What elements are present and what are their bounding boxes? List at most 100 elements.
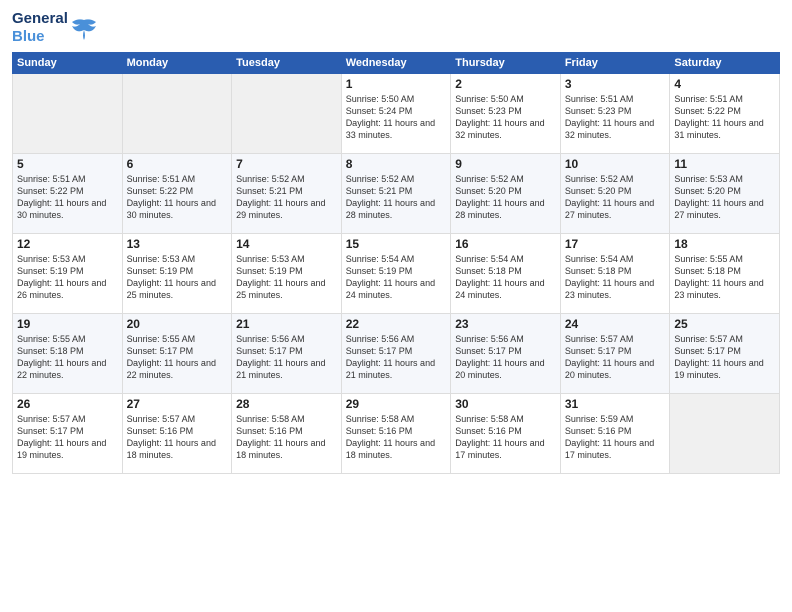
calendar-cell: 4 Sunrise: 5:51 AMSunset: 5:22 PMDaylight…: [670, 74, 780, 154]
day-number: 11: [674, 157, 775, 171]
day-number: 17: [565, 237, 666, 251]
day-info: Sunrise: 5:52 AMSunset: 5:20 PMDaylight:…: [565, 173, 666, 222]
weekday-header: Wednesday: [341, 53, 451, 74]
day-number: 9: [455, 157, 556, 171]
day-info: Sunrise: 5:57 AMSunset: 5:17 PMDaylight:…: [17, 413, 118, 462]
calendar-cell: 7Sunrise: 5:52 AMSunset: 5:21 PMDaylight…: [232, 154, 342, 234]
calendar-cell: 10Sunrise: 5:52 AMSunset: 5:20 PMDayligh…: [560, 154, 670, 234]
calendar-cell: [13, 74, 123, 154]
calendar-cell: 12 Sunrise: 5:53 AMSunset: 5:19 PMDayligh…: [13, 234, 123, 314]
calendar-cell: 27 Sunrise: 5:57 AMSunset: 5:16 PMDayligh…: [122, 394, 232, 474]
day-info: Sunrise: 5:51 AMSunset: 5:22 PMDaylight:…: [17, 173, 118, 222]
calendar-cell: 16 Sunrise: 5:54 AMSunset: 5:18 PMDayligh…: [451, 234, 561, 314]
day-number: 19: [17, 317, 118, 331]
day-number: 13: [127, 237, 228, 251]
day-info: Sunrise: 5:53 AMSunset: 5:19 PMDaylight:…: [236, 253, 337, 302]
calendar-cell: 29 Sunrise: 5:58 AMSunset: 5:16 PMDayligh…: [341, 394, 451, 474]
day-number: 29: [346, 397, 447, 411]
day-number: 12: [17, 237, 118, 251]
calendar-cell: 11 Sunrise: 5:53 AMSunset: 5:20 PMDayligh…: [670, 154, 780, 234]
day-info: Sunrise: 5:57 AMSunset: 5:17 PMDaylight:…: [674, 333, 775, 382]
day-number: 23: [455, 317, 556, 331]
calendar-cell: 13 Sunrise: 5:53 AMSunset: 5:19 PMDayligh…: [122, 234, 232, 314]
day-info: Sunrise: 5:58 AMSunset: 5:16 PMDaylight:…: [236, 413, 337, 462]
calendar-cell: 9 Sunrise: 5:52 AMSunset: 5:20 PMDaylight…: [451, 154, 561, 234]
calendar-week-row: 19 Sunrise: 5:55 AMSunset: 5:18 PMDayligh…: [13, 314, 780, 394]
day-number: 28: [236, 397, 337, 411]
calendar-cell: 21 Sunrise: 5:56 AMSunset: 5:17 PMDayligh…: [232, 314, 342, 394]
day-number: 1: [346, 77, 447, 91]
day-info: Sunrise: 5:52 AMSunset: 5:20 PMDaylight:…: [455, 173, 556, 222]
calendar-cell: 8 Sunrise: 5:52 AMSunset: 5:21 PMDaylight…: [341, 154, 451, 234]
day-number: 18: [674, 237, 775, 251]
logo-blue: Blue: [12, 28, 45, 45]
day-number: 3: [565, 77, 666, 91]
day-info: Sunrise: 5:55 AMSunset: 5:17 PMDaylight:…: [127, 333, 228, 382]
day-info: Sunrise: 5:56 AMSunset: 5:17 PMDaylight:…: [455, 333, 556, 382]
day-info: Sunrise: 5:53 AMSunset: 5:19 PMDaylight:…: [17, 253, 118, 302]
day-number: 8: [346, 157, 447, 171]
calendar-cell: 30Sunrise: 5:58 AMSunset: 5:16 PMDayligh…: [451, 394, 561, 474]
day-info: Sunrise: 5:51 AMSunset: 5:22 PMDaylight:…: [674, 93, 775, 142]
calendar-week-row: 12 Sunrise: 5:53 AMSunset: 5:19 PMDayligh…: [13, 234, 780, 314]
day-number: 25: [674, 317, 775, 331]
day-info: Sunrise: 5:50 AMSunset: 5:24 PMDaylight:…: [346, 93, 447, 142]
calendar-week-row: 26 Sunrise: 5:57 AMSunset: 5:17 PMDayligh…: [13, 394, 780, 474]
day-info: Sunrise: 5:50 AMSunset: 5:23 PMDaylight:…: [455, 93, 556, 142]
day-number: 15: [346, 237, 447, 251]
calendar-cell: 14 Sunrise: 5:53 AMSunset: 5:19 PMDayligh…: [232, 234, 342, 314]
day-info: Sunrise: 5:53 AMSunset: 5:19 PMDaylight:…: [127, 253, 228, 302]
day-info: Sunrise: 5:51 AMSunset: 5:22 PMDaylight:…: [127, 173, 228, 222]
calendar-cell: 6 Sunrise: 5:51 AMSunset: 5:22 PMDaylight…: [122, 154, 232, 234]
day-number: 4: [674, 77, 775, 91]
day-info: Sunrise: 5:57 AMSunset: 5:16 PMDaylight:…: [127, 413, 228, 462]
page-header: General Blue: [12, 10, 780, 46]
day-number: 27: [127, 397, 228, 411]
day-info: Sunrise: 5:51 AMSunset: 5:23 PMDaylight:…: [565, 93, 666, 142]
calendar-cell: 19 Sunrise: 5:55 AMSunset: 5:18 PMDayligh…: [13, 314, 123, 394]
weekday-header: Saturday: [670, 53, 780, 74]
page-container: General Blue SundayMondayTuesdayWednesda…: [0, 0, 792, 482]
day-number: 21: [236, 317, 337, 331]
day-info: Sunrise: 5:54 AMSunset: 5:19 PMDaylight:…: [346, 253, 447, 302]
day-number: 5: [17, 157, 118, 171]
day-number: 6: [127, 157, 228, 171]
logo: General Blue: [12, 10, 98, 46]
day-info: Sunrise: 5:57 AMSunset: 5:17 PMDaylight:…: [565, 333, 666, 382]
calendar-cell: [122, 74, 232, 154]
day-info: Sunrise: 5:54 AMSunset: 5:18 PMDaylight:…: [455, 253, 556, 302]
day-number: 14: [236, 237, 337, 251]
day-info: Sunrise: 5:52 AMSunset: 5:21 PMDaylight:…: [346, 173, 447, 222]
day-number: 16: [455, 237, 556, 251]
day-info: Sunrise: 5:55 AMSunset: 5:18 PMDaylight:…: [674, 253, 775, 302]
day-number: 20: [127, 317, 228, 331]
day-number: 7: [236, 157, 337, 171]
day-number: 24: [565, 317, 666, 331]
calendar-cell: 20 Sunrise: 5:55 AMSunset: 5:17 PMDayligh…: [122, 314, 232, 394]
day-info: Sunrise: 5:56 AMSunset: 5:17 PMDaylight:…: [346, 333, 447, 382]
calendar-cell: 2Sunrise: 5:50 AMSunset: 5:23 PMDaylight…: [451, 74, 561, 154]
day-info: Sunrise: 5:58 AMSunset: 5:16 PMDaylight:…: [346, 413, 447, 462]
calendar-cell: 26 Sunrise: 5:57 AMSunset: 5:17 PMDayligh…: [13, 394, 123, 474]
day-info: Sunrise: 5:53 AMSunset: 5:20 PMDaylight:…: [674, 173, 775, 222]
day-number: 31: [565, 397, 666, 411]
day-info: Sunrise: 5:58 AMSunset: 5:16 PMDaylight:…: [455, 413, 556, 462]
calendar-cell: 28 Sunrise: 5:58 AMSunset: 5:16 PMDayligh…: [232, 394, 342, 474]
calendar-table: SundayMondayTuesdayWednesdayThursdayFrid…: [12, 52, 780, 474]
weekday-header: Tuesday: [232, 53, 342, 74]
day-number: 26: [17, 397, 118, 411]
weekday-header: Monday: [122, 53, 232, 74]
calendar-cell: 18 Sunrise: 5:55 AMSunset: 5:18 PMDayligh…: [670, 234, 780, 314]
day-info: Sunrise: 5:56 AMSunset: 5:17 PMDaylight:…: [236, 333, 337, 382]
calendar-cell: 22Sunrise: 5:56 AMSunset: 5:17 PMDayligh…: [341, 314, 451, 394]
calendar-cell: 5 Sunrise: 5:51 AMSunset: 5:22 PMDaylight…: [13, 154, 123, 234]
calendar-cell: 15 Sunrise: 5:54 AMSunset: 5:19 PMDayligh…: [341, 234, 451, 314]
calendar-cell: 17Sunrise: 5:54 AMSunset: 5:18 PMDayligh…: [560, 234, 670, 314]
calendar-cell: 3 Sunrise: 5:51 AMSunset: 5:23 PMDaylight…: [560, 74, 670, 154]
calendar-header-row: SundayMondayTuesdayWednesdayThursdayFrid…: [13, 53, 780, 74]
logo-bird-icon: [70, 16, 98, 44]
weekday-header: Friday: [560, 53, 670, 74]
calendar-week-row: 5 Sunrise: 5:51 AMSunset: 5:22 PMDaylight…: [13, 154, 780, 234]
calendar-cell: 24 Sunrise: 5:57 AMSunset: 5:17 PMDayligh…: [560, 314, 670, 394]
day-info: Sunrise: 5:55 AMSunset: 5:18 PMDaylight:…: [17, 333, 118, 382]
